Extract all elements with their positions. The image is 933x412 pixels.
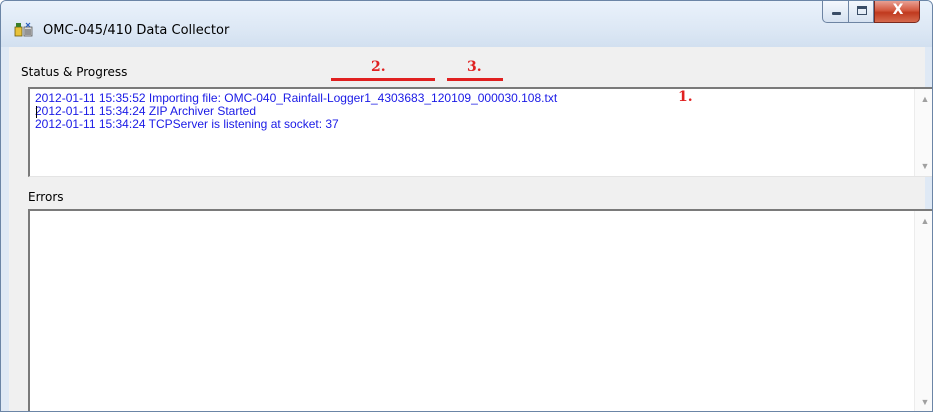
scroll-up-icon[interactable]: ▲: [915, 215, 932, 227]
maximize-button[interactable]: [848, 1, 874, 23]
status-log-textbox[interactable]: 2012-01-11 15:35:52 Importing file: OMC-…: [28, 87, 932, 177]
scroll-down-icon[interactable]: ▼: [915, 396, 932, 408]
text-caret: [36, 106, 37, 118]
minimize-icon: [832, 12, 841, 15]
log-line: 2012-01-11 15:34:24 TCPServer is listeni…: [35, 117, 339, 131]
title-bar[interactable]: OMC-045/410 Data Collector X: [1, 1, 932, 47]
errors-scrollbar[interactable]: ▲ ▼: [914, 211, 932, 411]
status-log-lines: 2012-01-11 15:35:52 Importing file: OMC-…: [35, 89, 915, 131]
annotation-marker-1: 1.: [678, 89, 693, 105]
status-scrollbar[interactable]: ▲ ▼: [914, 89, 932, 176]
close-button[interactable]: X: [874, 1, 920, 23]
annotation-underline-2: [331, 78, 435, 81]
annotation-marker-3: 3.: [467, 59, 482, 75]
scroll-down-icon[interactable]: ▼: [915, 160, 932, 172]
annotation-underline-3: [447, 78, 503, 81]
minimize-button[interactable]: [822, 1, 849, 23]
app-window: OMC-045/410 Data Collector X Status & Pr…: [0, 0, 933, 412]
scroll-up-icon[interactable]: ▲: [915, 93, 932, 105]
app-icon: [14, 22, 33, 37]
maximize-icon: [857, 6, 867, 15]
errors-label: Errors: [28, 190, 64, 204]
status-progress-label: Status & Progress: [21, 65, 128, 79]
window-title: OMC-045/410 Data Collector: [43, 23, 230, 38]
annotation-marker-2: 2.: [371, 59, 386, 75]
close-icon: X: [892, 2, 904, 18]
errors-textbox[interactable]: ▲ ▼: [28, 209, 932, 411]
